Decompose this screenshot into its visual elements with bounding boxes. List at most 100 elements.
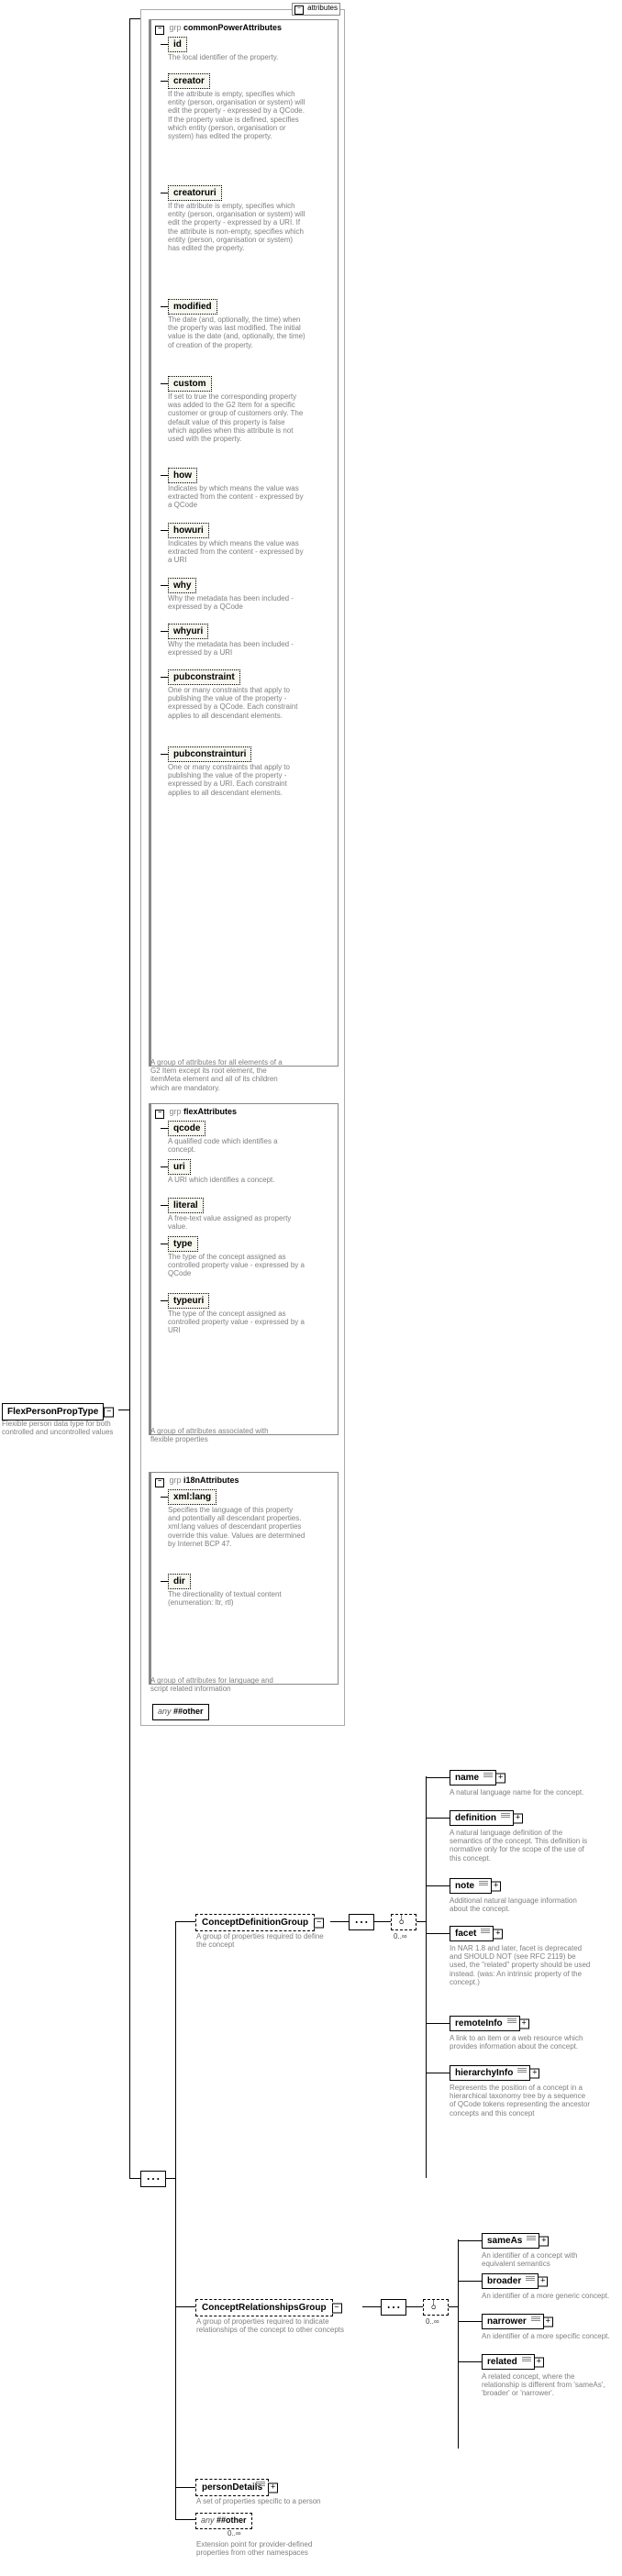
lines-icon [522, 2357, 531, 2364]
attr-xml-lang: xml:lang [168, 1489, 217, 1505]
flexAttributes-desc: A group of attributes associated with fl… [150, 1427, 293, 1443]
attr-xml-lang-desc: Specifies the language of this property … [168, 1506, 305, 1548]
attr-type-desc: The type of the concept assigned as cont… [168, 1253, 305, 1278]
conceptDefinitionGroup-desc: A group of properties required to define… [196, 1932, 334, 1949]
i18nAttributes-desc: A group of attributes for language and s… [150, 1676, 293, 1693]
attr-uri: uri [168, 1159, 191, 1175]
attr-pubconstraint-desc: One or many constraints that apply to pu… [168, 686, 305, 720]
personDetails-box[interactable]: personDetails + [195, 2479, 269, 2496]
expand-icon[interactable]: + [493, 1929, 503, 1939]
attr-creatoruri-desc: If the attribute is empty, specifies whi… [168, 202, 305, 252]
cdg-sequence [349, 1914, 374, 1930]
attr-typeuri: typeuri [168, 1293, 209, 1309]
attr-whyuri-desc: Why the metadata has been included - exp… [168, 640, 305, 657]
attr-literal-desc: A free-text value assigned as property v… [168, 1214, 305, 1231]
wildcard-any-other-2: any ##other [195, 2513, 252, 2529]
element-sameAs-desc: An identifier of a concept with equivale… [482, 2251, 610, 2268]
attr-id: id [168, 37, 187, 52]
attr-qcode: qcode [168, 1121, 205, 1136]
expand-icon[interactable]: + [491, 1881, 501, 1891]
personDetails-desc: A set of properties specific to a person [196, 2497, 325, 2505]
element-note[interactable]: note+ [450, 1878, 492, 1894]
element-definition-desc: A natural language definition of the sem… [450, 1829, 592, 1863]
lines-icon [501, 1813, 510, 1820]
attr-whyuri: whyuri [168, 624, 208, 639]
element-name-desc: A natural language name for the concept. [450, 1788, 592, 1797]
crg-cardinality: 0..∞ [426, 2317, 439, 2326]
attr-qcode-desc: A qualified code which identifies a conc… [168, 1137, 305, 1154]
element-note-desc: Additional natural language information … [450, 1896, 592, 1913]
attributes-header: − attributes [292, 3, 340, 16]
crg-choice [423, 2299, 449, 2316]
attr-pubconstrainturi-desc: One or many constraints that apply to pu… [168, 763, 305, 797]
element-broader-desc: An identifier of a more generic concept. [482, 2292, 610, 2300]
lines-icon [527, 2236, 536, 2243]
attr-howuri-desc: Indicates by which means the value was e… [168, 539, 305, 565]
expand-icon[interactable]: − [104, 1407, 114, 1417]
attr-why: why [168, 578, 196, 593]
lines-icon [526, 2276, 535, 2283]
cdg-choice [391, 1914, 417, 1930]
attr-pubconstrainturi: pubconstrainturi [168, 746, 251, 762]
attr-creator: creator [168, 73, 210, 89]
attr-howuri: howuri [168, 523, 209, 538]
attr-creator-desc: If the attribute is empty, specifies whi… [168, 90, 305, 140]
attr-custom-desc: If set to true the corresponding propert… [168, 392, 305, 443]
attr-modified-desc: The date (and, optionally, the time) whe… [168, 315, 305, 349]
element-facet-desc: In NAR 1.8 and later, facet is deprecate… [450, 1944, 592, 1986]
element-broader[interactable]: broader+ [482, 2273, 539, 2289]
attr-creatoruri: creatoruri [168, 185, 222, 201]
attr-custom: custom [168, 376, 212, 392]
attr-type: type [168, 1236, 198, 1252]
expand-icon[interactable]: + [268, 2482, 278, 2493]
expand-icon[interactable]: + [519, 2018, 529, 2029]
attr-literal: literal [168, 1198, 204, 1213]
expand-icon[interactable]: + [538, 2276, 548, 2286]
element-definition[interactable]: definition+ [450, 1810, 514, 1826]
attr-how: how [168, 468, 197, 483]
element-related[interactable]: related+ [482, 2354, 535, 2370]
attr-id-desc: The local identifier of the property. [168, 53, 305, 61]
attr-why-desc: Why the metadata has been included - exp… [168, 594, 305, 611]
lines-icon [517, 2068, 527, 2075]
attr-how-desc: Indicates by which means the value was e… [168, 484, 305, 510]
conceptRelationshipsGroup-desc: A group of properties required to indica… [196, 2317, 352, 2334]
attributes-container: − attributes − grp commonPowerAttributes… [140, 9, 345, 1726]
sequence-connector [140, 2171, 166, 2187]
element-sameAs[interactable]: sameAs+ [482, 2233, 539, 2249]
commonPowerAttributes-desc: A group of attributes for all elements o… [150, 1058, 293, 1092]
conceptDefinitionGroup-box[interactable]: ConceptDefinitionGroup − [195, 1914, 315, 1931]
expand-icon[interactable]: + [543, 2316, 553, 2327]
crg-sequence [381, 2299, 406, 2316]
diagram-canvas: FlexPersonPropType − Flexible person dat… [0, 0, 622, 2576]
expand-icon[interactable]: − [332, 2303, 342, 2313]
attr-dir: dir [168, 1574, 191, 1589]
lines-icon [479, 1881, 488, 1888]
cdg-cardinality: 0..∞ [394, 1932, 407, 1940]
element-name[interactable]: name+ [450, 1770, 496, 1786]
lines-icon [256, 2482, 265, 2489]
expand-icon[interactable]: + [529, 2068, 539, 2078]
attr-dir-desc: The directionality of textual content (e… [168, 1590, 305, 1607]
wildcard-any-other-1: any any ##other##other [152, 1704, 209, 1720]
attr-typeuri-desc: The type of the concept assigned as cont… [168, 1310, 305, 1335]
attr-uri-desc: A URI which identifies a concept. [168, 1176, 305, 1184]
expand-icon[interactable]: − [314, 1918, 324, 1928]
element-facet[interactable]: facet+ [450, 1926, 494, 1941]
lines-icon [531, 2316, 540, 2324]
element-narrower[interactable]: narrower+ [482, 2314, 544, 2329]
element-hierarchyInfo-desc: Represents the position of a concept in … [450, 2084, 592, 2117]
expand-icon[interactable]: + [539, 2236, 549, 2246]
wildcard2-desc: Extension point for provider-defined pro… [196, 2540, 325, 2557]
lines-icon [481, 1929, 490, 1936]
root-type-node[interactable]: FlexPersonPropType − [2, 1403, 104, 1421]
attr-modified: modified [168, 299, 217, 315]
expand-icon[interactable]: + [495, 1773, 505, 1783]
expand-icon[interactable]: + [513, 1813, 523, 1823]
conceptRelationshipsGroup-box[interactable]: ConceptRelationshipsGroup − [195, 2299, 333, 2316]
expand-icon[interactable]: + [534, 2357, 544, 2367]
element-remoteInfo-desc: A link to an item or a web resource whic… [450, 2034, 592, 2051]
element-remoteInfo[interactable]: remoteInfo+ [450, 2016, 520, 2031]
wildcard2-card: 0..∞ [228, 2529, 241, 2537]
element-hierarchyInfo[interactable]: hierarchyInfo+ [450, 2065, 530, 2081]
